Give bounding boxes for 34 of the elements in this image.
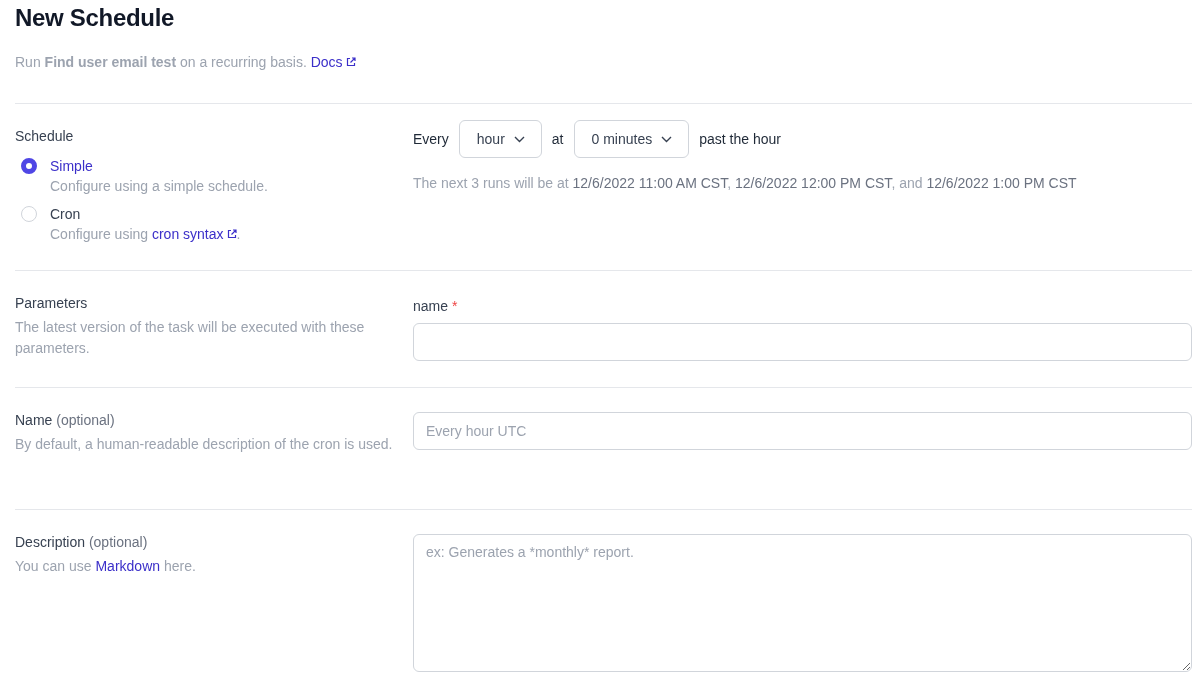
radio-label[interactable]: Simple: [50, 156, 268, 176]
radio-label[interactable]: Cron: [50, 204, 241, 224]
input-field[interactable]: Every hour UTC: [413, 412, 1192, 450]
every-label: Every: [413, 131, 449, 147]
field-label: name: [413, 298, 449, 314]
textarea-field[interactable]: ex: Generates a *monthly* report.: [413, 534, 1192, 672]
docs-link[interactable]: Docs: [310, 54, 356, 70]
next-runs-text: The next 3 runs will be at 12/6/2022 11:00 AM CST, 12/6/2022 12:00 PM CST, and 12/6/2022 1:00 PM CST: [413, 175, 1078, 191]
section-label: Parameters: [15, 295, 88, 311]
text-link[interactable]: cron syntax: [151, 226, 237, 242]
interval-dropdown[interactable]: hour: [458, 120, 542, 158]
section-label: Schedule: [15, 128, 74, 144]
section-label: Description: [15, 534, 86, 550]
page-description: Run Find user email test on a recurring basis. Docs: [15, 54, 1192, 70]
option-description: Configure using cron syntax .: [50, 225, 241, 244]
chevron-down-icon: [661, 135, 673, 143]
optional-label: (optional): [88, 534, 148, 550]
section-help-text: The latest version of the task will be executed with these parameters.: [15, 318, 366, 358]
chevron-down-icon: [513, 135, 525, 143]
radio-button[interactable]: [21, 158, 37, 174]
section-label: Name: [15, 412, 53, 428]
external-link-icon: [345, 57, 356, 67]
option-description: Configure using a simple schedule.: [50, 177, 268, 196]
minutes-dropdown[interactable]: 0 minutes: [573, 120, 690, 158]
optional-label: (optional): [56, 412, 115, 428]
past-hour-label: past the hour: [699, 131, 781, 147]
input-field[interactable]: [413, 323, 1192, 361]
section-help-text: You can use Markdown here.: [15, 557, 197, 576]
required-marker: *: [452, 298, 458, 314]
external-link-icon: [226, 229, 237, 239]
at-label: at: [551, 131, 564, 147]
text-link[interactable]: Markdown: [95, 558, 161, 574]
section-help-text: By default, a human-readable description of the cron is used.: [15, 435, 394, 454]
page-title: New Schedule: [15, 4, 176, 32]
